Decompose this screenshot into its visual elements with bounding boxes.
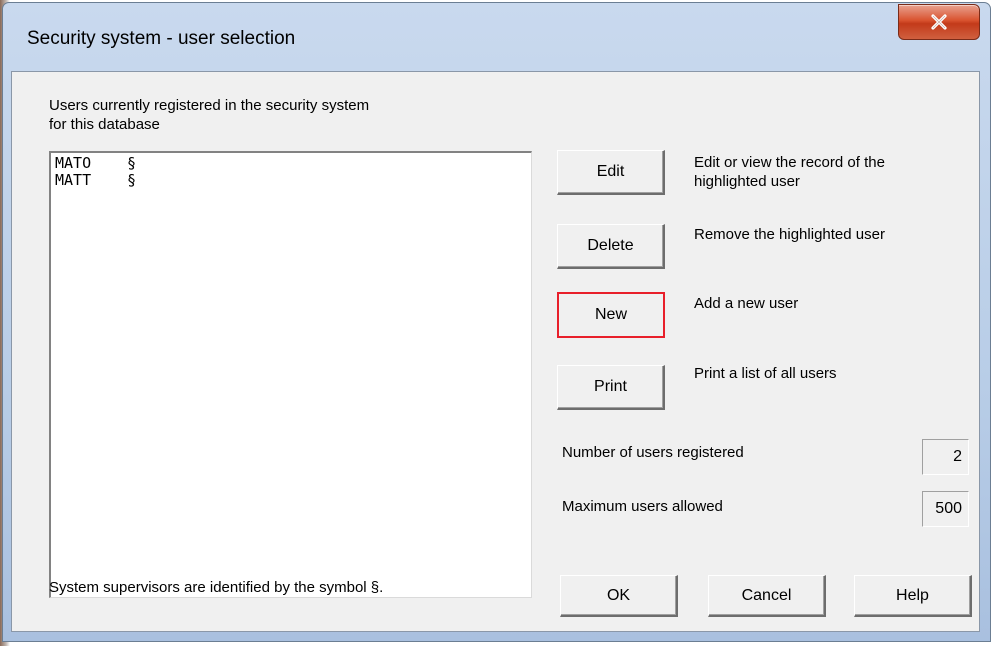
registered-count-label: Number of users registered (562, 444, 744, 461)
print-button[interactable]: Print (557, 365, 665, 410)
user-name: MATT (55, 171, 92, 189)
user-name: MATO (55, 154, 92, 172)
supervisor-marker: § (127, 154, 137, 172)
list-item[interactable]: MATO § (55, 155, 527, 172)
dialog-window: Security system - user selection Users c… (2, 2, 991, 642)
users-header-line1: Users currently registered in the securi… (49, 97, 370, 114)
edit-description-line1: Edit or view the record of the (694, 154, 885, 171)
list-item[interactable]: MATT § (55, 172, 527, 189)
delete-description: Remove the highlighted user (694, 226, 885, 243)
supervisor-marker: § (127, 171, 137, 189)
title-bar[interactable]: Security system - user selection (3, 3, 990, 71)
close-button[interactable] (898, 4, 980, 40)
window-title: Security system - user selection (27, 28, 296, 49)
cancel-button[interactable]: Cancel (708, 575, 826, 617)
dialog-client-area: Users currently registered in the securi… (11, 71, 980, 632)
users-listbox[interactable]: MATO § MATT § (49, 151, 532, 598)
help-button[interactable]: Help (854, 575, 972, 617)
new-button[interactable]: New (557, 292, 665, 338)
print-description: Print a list of all users (694, 365, 837, 382)
close-icon (931, 14, 947, 30)
registered-count-value: 2 (922, 439, 969, 475)
users-header-line2: for this database (49, 116, 160, 133)
footer-note: System supervisors are identified by the… (49, 579, 384, 596)
edit-description-line2: highlighted user (694, 173, 800, 190)
new-description: Add a new user (694, 295, 799, 312)
ok-button[interactable]: OK (560, 575, 678, 617)
max-users-value: 500 (922, 491, 969, 527)
delete-button[interactable]: Delete (557, 224, 665, 269)
max-users-label: Maximum users allowed (562, 498, 723, 515)
edit-button[interactable]: Edit (557, 150, 665, 195)
